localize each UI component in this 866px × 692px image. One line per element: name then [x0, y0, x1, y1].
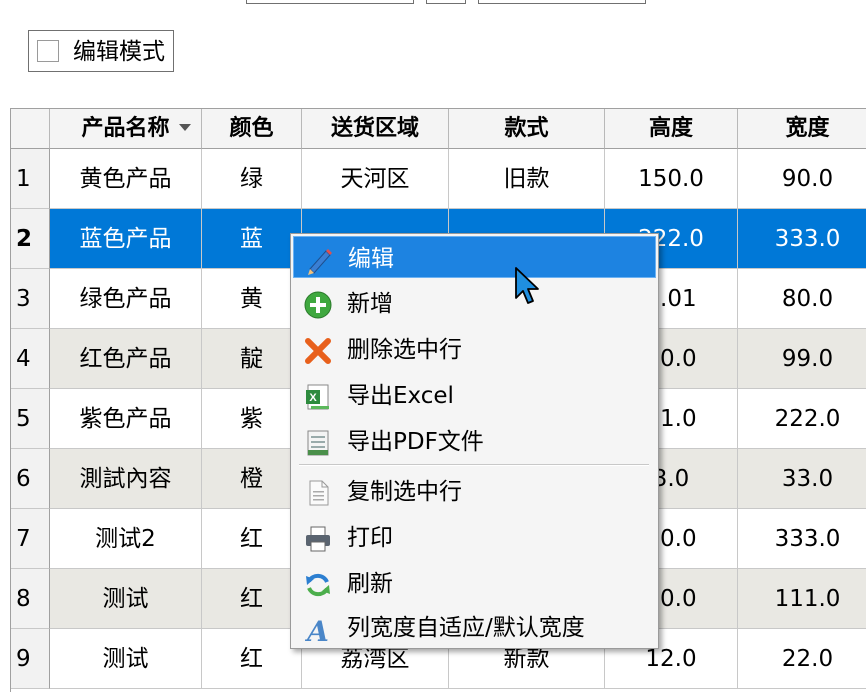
menu-item-refresh[interactable]: 刷新 [293, 562, 656, 604]
cell-color[interactable]: 红 [202, 509, 302, 569]
menu-item-label: 刷新 [347, 571, 393, 597]
row-header[interactable]: 6 [11, 449, 50, 509]
pencil-icon [308, 249, 332, 275]
cell-width[interactable]: 111.0 [738, 569, 866, 629]
menu-item-copy-selected[interactable]: 复制选中行 [293, 470, 656, 512]
menu-item-label: 复制选中行 [347, 479, 462, 505]
header-product-name[interactable]: 产品名称 [50, 109, 202, 149]
header-color[interactable]: 颜色 [202, 109, 302, 149]
cell-product-name[interactable]: 蓝色产品 [50, 209, 202, 269]
cell-product-name[interactable]: 紫色产品 [50, 389, 202, 449]
row-header[interactable]: 2 [11, 209, 50, 269]
cell-product-name[interactable]: 测试 [50, 629, 202, 689]
menu-item-label: 导出PDF文件 [347, 429, 484, 455]
context-menu: 编辑 新增 删除选中行 X 导出Excel 导出PDF文件 复制选中行 打印 刷… [290, 233, 659, 649]
cell-width[interactable]: 333.0 [738, 509, 866, 569]
edit-mode-label: 编辑模式 [73, 39, 165, 65]
mouse-cursor-icon [515, 267, 539, 304]
edit-mode-checkbox[interactable]: 编辑模式 [28, 30, 174, 72]
cell-width[interactable]: 33.0 [738, 449, 866, 509]
print-icon [306, 526, 330, 552]
cell-product-name[interactable]: 黄色产品 [50, 149, 202, 209]
menu-item-autofit-columns[interactable]: A 列宽度自适应/默认宽度 [293, 606, 656, 648]
menu-item-label: 新增 [347, 291, 393, 317]
menu-item-label: 编辑 [348, 246, 394, 272]
header-corner[interactable] [11, 109, 50, 149]
cell-width[interactable]: 22.0 [738, 629, 866, 689]
menu-item-label: 列宽度自适应/默认宽度 [347, 615, 585, 641]
cell-product-name[interactable]: 红色产品 [50, 329, 202, 389]
header-style[interactable]: 款式 [449, 109, 605, 149]
row-header[interactable]: 1 [11, 149, 50, 209]
svg-text:X: X [309, 392, 317, 404]
sort-desc-icon [179, 124, 191, 131]
cell-color[interactable]: 蓝 [202, 209, 302, 269]
menu-item-print[interactable]: 打印 [293, 516, 656, 558]
copy-icon [309, 480, 329, 506]
row-header[interactable]: 4 [11, 329, 50, 389]
svg-text:A: A [304, 615, 329, 644]
row-header[interactable]: 3 [11, 269, 50, 329]
cell-product-name[interactable]: 測試內容 [50, 449, 202, 509]
checkbox-box[interactable] [37, 40, 59, 62]
refresh-icon [306, 573, 330, 597]
cell-product-name[interactable]: 绿色产品 [50, 269, 202, 329]
cell-color[interactable]: 绿 [202, 149, 302, 209]
cell-width[interactable]: 222.0 [738, 389, 866, 449]
menu-item-label: 导出Excel [347, 383, 454, 409]
cell-area[interactable]: 天河区 [302, 149, 449, 209]
add-icon [304, 291, 332, 319]
cell-color[interactable]: 靛 [202, 329, 302, 389]
menu-separator [299, 464, 649, 466]
pdf-icon [307, 430, 329, 456]
menu-item-label: 打印 [347, 525, 393, 551]
cell-product-name[interactable]: 测试2 [50, 509, 202, 569]
cell-width[interactable]: 99.0 [738, 329, 866, 389]
cell-width[interactable]: 333.0 [738, 209, 866, 269]
cell-width[interactable]: 80.0 [738, 269, 866, 329]
font-icon: A [304, 615, 329, 644]
header-height[interactable]: 高度 [605, 109, 738, 149]
menu-item-export-pdf[interactable]: 导出PDF文件 [293, 420, 656, 462]
menu-item-export-excel[interactable]: X 导出Excel [293, 374, 656, 416]
row-header[interactable]: 5 [11, 389, 50, 449]
cell-width[interactable]: 90.0 [738, 149, 866, 209]
header-area[interactable]: 送货区域 [302, 109, 449, 149]
cell-color[interactable]: 红 [202, 569, 302, 629]
cell-height[interactable]: 150.0 [605, 149, 738, 209]
header-width[interactable]: 宽度 [738, 109, 866, 149]
menu-item-edit[interactable]: 编辑 [293, 236, 656, 278]
cell-color[interactable]: 紫 [202, 389, 302, 449]
grid-header: 产品名称 颜色 送货区域 款式 高度 宽度 [11, 109, 866, 149]
row-header[interactable]: 8 [11, 569, 50, 629]
table-row[interactable]: 1 黄色产品绿天河区 旧款 150.0 90.0 [11, 149, 866, 209]
cell-style[interactable]: 旧款 [449, 149, 605, 209]
toolbar-box-3[interactable] [478, 0, 646, 4]
header-label: 产品名称 [81, 116, 170, 141]
cell-product-name[interactable]: 测试 [50, 569, 202, 629]
menu-item-label: 删除选中行 [347, 337, 462, 363]
toolbar-box-1[interactable] [246, 0, 414, 4]
cell-color[interactable]: 黄 [202, 269, 302, 329]
excel-icon: X [306, 384, 329, 410]
row-header[interactable]: 7 [11, 509, 50, 569]
toolbar-box-2[interactable] [426, 0, 466, 4]
menu-item-delete-selected[interactable]: 删除选中行 [293, 328, 656, 370]
row-header[interactable]: 9 [11, 629, 50, 689]
cell-color[interactable]: 红 [202, 629, 302, 689]
menu-item-add[interactable]: 新增 [293, 282, 656, 324]
delete-icon [305, 338, 331, 364]
cell-color[interactable]: 橙 [202, 449, 302, 509]
